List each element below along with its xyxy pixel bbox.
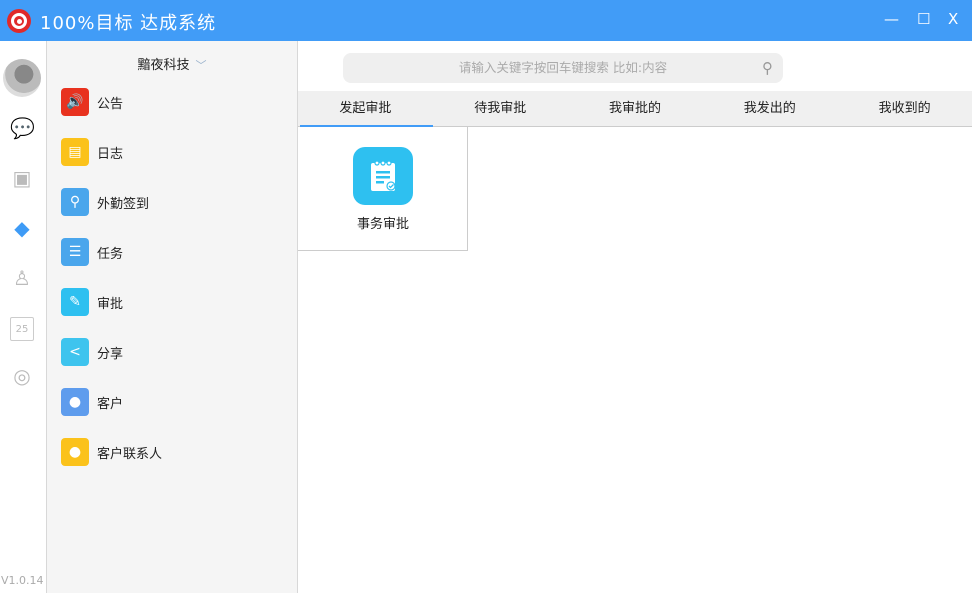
people-icon: ● xyxy=(61,438,89,466)
org-selector[interactable]: 黯夜科技 ﹀ xyxy=(47,54,297,73)
tab-bar: 发起审批 待我审批 我审批的 我发出的 我收到的 xyxy=(298,91,972,127)
user-icon[interactable]: ♙ xyxy=(10,266,34,290)
sidebar-item-task[interactable]: ☰ 任务 xyxy=(61,238,123,266)
notepad-check-icon xyxy=(353,147,413,205)
search-icon[interactable]: ⚲ xyxy=(762,53,773,83)
target-logo-icon xyxy=(7,9,31,33)
app-sidebar: 黯夜科技 ﹀ 🔊 公告 ▤ 日志 ⚲ 外勤签到 ☰ 任务 ✎ 审批 < 分享 ● 客户 ● 客户联系人 xyxy=(47,41,298,593)
sidebar-item-label: 客户 xyxy=(97,393,123,412)
sidebar-item-share[interactable]: < 分享 xyxy=(61,338,123,366)
sidebar-item-customer-contact[interactable]: ● 客户联系人 xyxy=(61,438,162,466)
sidebar-item-label: 公告 xyxy=(97,93,123,112)
sidebar-item-label: 审批 xyxy=(97,293,123,312)
nav-rail: 💬 ▣ ◆ ♙ 25 ◎ V1.0.14 xyxy=(0,41,47,593)
tab-received[interactable]: 我收到的 xyxy=(837,91,972,126)
contacts-icon[interactable]: ▣ xyxy=(10,166,34,190)
sidebar-item-log[interactable]: ▤ 日志 xyxy=(61,138,123,166)
sidebar-item-customer[interactable]: ● 客户 xyxy=(61,388,123,416)
avatar[interactable] xyxy=(3,59,41,97)
search-placeholder: 请输入关键字按回车键搜索 比如:内容 xyxy=(459,60,667,75)
location-pin-icon: ⚲ xyxy=(61,188,89,216)
tab-start-approval[interactable]: 发起审批 xyxy=(298,91,433,126)
sidebar-item-announcement[interactable]: 🔊 公告 xyxy=(61,88,123,116)
notepad-icon: ✎ xyxy=(61,288,89,316)
person-icon: ● xyxy=(61,388,89,416)
list-icon: ☰ xyxy=(61,238,89,266)
sidebar-item-label: 任务 xyxy=(97,243,123,262)
close-button[interactable]: X xyxy=(948,10,958,28)
maximize-button[interactable]: ☐ xyxy=(917,10,930,28)
tab-approved-by-me[interactable]: 我审批的 xyxy=(568,91,703,126)
chevron-down-icon: ﹀ xyxy=(196,59,207,72)
speaker-icon: 🔊 xyxy=(61,88,89,116)
approval-type-card[interactable]: 事务审批 xyxy=(298,127,468,251)
sidebar-item-label: 分享 xyxy=(97,343,123,362)
card-label: 事务审批 xyxy=(298,213,468,232)
apps-cube-icon[interactable]: ◆ xyxy=(10,216,34,240)
tab-sent-by-me[interactable]: 我发出的 xyxy=(702,91,837,126)
version-label: V1.0.14 xyxy=(1,574,44,587)
sidebar-item-label: 外勤签到 xyxy=(97,193,149,212)
tab-pending-approval[interactable]: 待我审批 xyxy=(433,91,568,126)
target-icon[interactable]: ◎ xyxy=(10,364,34,388)
org-name: 黯夜科技 xyxy=(137,58,189,73)
minimize-button[interactable]: — xyxy=(884,10,899,28)
chat-icon[interactable]: 💬 xyxy=(10,116,34,140)
app-title: 100%目标 达成系统 xyxy=(40,9,216,35)
title-bar: 100%目标 达成系统 — ☐ X xyxy=(0,0,972,41)
sidebar-item-approval[interactable]: ✎ 审批 xyxy=(61,288,123,316)
calendar-icon[interactable]: 25 xyxy=(10,317,34,341)
share-icon: < xyxy=(61,338,89,366)
search-input[interactable]: 请输入关键字按回车键搜索 比如:内容 ⚲ xyxy=(343,53,783,83)
sidebar-item-field-checkin[interactable]: ⚲ 外勤签到 xyxy=(61,188,149,216)
sidebar-item-label: 日志 xyxy=(97,143,123,162)
notebook-icon: ▤ xyxy=(61,138,89,166)
sidebar-item-label: 客户联系人 xyxy=(97,443,162,462)
